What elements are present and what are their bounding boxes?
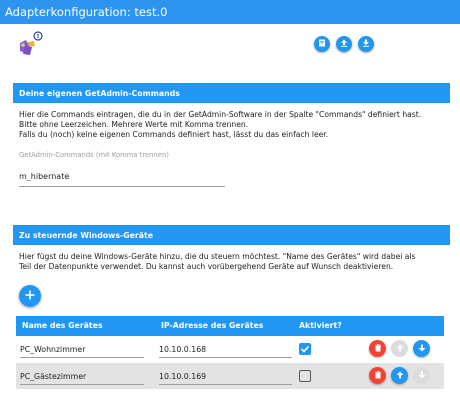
plus-icon [24,289,36,303]
add-device-button[interactable] [19,285,41,307]
devices-description: Hier fügst du deine Windows-Geräte hinzu… [19,252,449,272]
devices-section-header: Zu steuernde Windows-Geräte [13,225,450,245]
commands-description: Hier die Commands eintragen, die du in d… [19,110,449,140]
move-up-button[interactable] [391,367,408,384]
move-down-button[interactable] [413,367,430,384]
table-row [16,363,444,389]
device-ip-input[interactable] [159,342,292,358]
help-button[interactable] [314,36,330,52]
arrow-down-icon [417,370,427,382]
arrow-up-icon [395,343,405,355]
download-button[interactable] [358,36,374,52]
upload-icon [339,38,349,50]
devices-description-line: Teil der Datenpunkte verwendet. Du kanns… [19,262,394,271]
commands-description-line: Hier die Commands eintragen, die du in d… [19,110,422,119]
trash-icon [373,343,383,355]
help-book-icon [317,38,327,50]
adapter-logo-icon [17,31,43,57]
table-row [16,336,444,362]
arrow-up-icon [395,370,405,382]
column-header-name: Name des Gerätes [22,321,103,330]
move-up-button[interactable] [391,340,408,357]
column-header-ip: IP-Adresse des Gerätes [161,321,264,330]
device-ip-input[interactable] [159,369,292,385]
commands-description-line: Bitte ohne Leerzeichen. Mehrere Werte mi… [19,120,249,129]
device-name-input[interactable] [20,369,144,385]
device-enabled-checkbox[interactable] [299,370,311,382]
delete-device-button[interactable] [369,340,386,357]
window-title: Adapterkonfiguration: test.0 [0,0,460,24]
upload-button[interactable] [336,36,352,52]
delete-device-button[interactable] [369,367,386,384]
devices-table-header: Name des Gerätes IP-Adresse des Gerätes … [16,316,444,336]
getadmin-commands-label: GetAdmin-Commands (mit Komma trennen) [19,151,169,159]
device-name-input[interactable] [20,342,144,358]
trash-icon [373,370,383,382]
getadmin-commands-input[interactable] [19,167,225,187]
commands-section-header: Deine eigenen GetAdmin-Commands [13,83,450,103]
move-down-button[interactable] [413,340,430,357]
column-header-enabled: Aktiviert? [299,321,342,330]
download-icon [361,38,371,50]
device-enabled-checkbox[interactable] [299,343,311,355]
devices-description-line: Hier fügst du deine Windows-Geräte hinzu… [19,252,416,261]
commands-description-line: Falls du (noch) keine eigenen Commands d… [19,130,329,139]
arrow-down-icon [417,343,427,355]
